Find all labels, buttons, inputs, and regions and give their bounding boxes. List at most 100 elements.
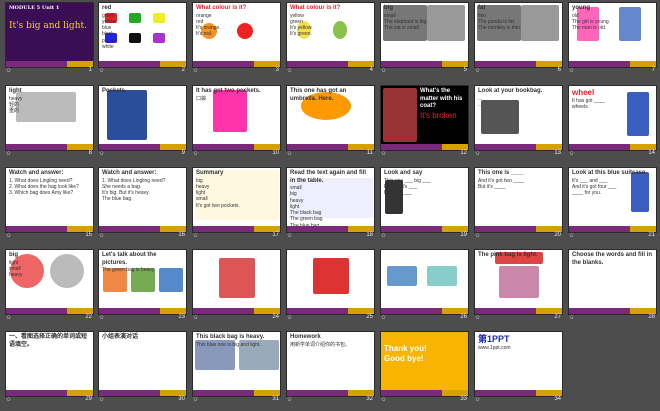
slide-preview[interactable]: This black bag is heavy. This blue one is… [192,331,281,397]
slide-thumbnail-12[interactable]: What's the matter with his coat? It's bro… [378,85,472,158]
transition-star-icon[interactable]: ✩ [287,67,292,74]
transition-star-icon[interactable]: ✩ [569,314,574,321]
slide-preview[interactable]: 小组表演对话 [98,331,187,397]
slide-thumbnail-4[interactable]: What colour is it? yellow green It's yellow… [284,2,378,75]
slide-preview[interactable] [192,249,281,315]
slide-preview[interactable]: Pockets [98,85,187,151]
slide-thumbnail-16[interactable]: Watch and answer: 1. What does Lingling n… [96,167,190,240]
slide-preview[interactable]: Look at your bookbag....... [474,85,563,151]
slide-thumbnail-5[interactable]: big small The elephant is big. The cat is s… [378,2,472,75]
slide-thumbnail-10[interactable]: It has got two pockets. 口袋 ✩ 10 [190,85,284,158]
slide-preview[interactable]: red green yellow blue black purple white [98,2,187,68]
slide-preview[interactable]: What colour is it? orange red It's orange. I… [192,2,281,68]
slide-thumbnail-32[interactable]: Homework 用新学单词介绍你的书包。 ✩ 32 [284,331,378,404]
slide-thumbnail-19[interactable]: Look and say This one ___ big ___ It's ___… [378,167,472,240]
slide-preview[interactable]: Read the text again and fill in the tabl… [286,167,375,233]
transition-star-icon[interactable]: ✩ [475,314,480,321]
transition-star-icon[interactable]: ✩ [381,232,386,239]
slide-preview[interactable]: 一、看图选择正确的单词或短语填空。 [5,331,94,397]
slide-preview[interactable]: This one has got an umbrella. Here. [286,85,375,151]
transition-star-icon[interactable]: ✩ [381,314,386,321]
transition-star-icon[interactable]: ✩ [193,314,198,321]
transition-star-icon[interactable]: ✩ [193,67,198,74]
slide-preview[interactable]: Look and say This one ___ big ___ It's ___… [380,167,469,233]
slide-thumbnail-9[interactable]: Pockets ✩ 9 [96,85,190,158]
transition-star-icon[interactable]: ✩ [381,150,386,157]
transition-star-icon[interactable]: ✩ [569,150,574,157]
transition-star-icon[interactable]: ✩ [99,150,104,157]
slide-preview[interactable]: fat thin The panda is fat. The monkey is th… [474,2,563,68]
transition-star-icon[interactable]: ✩ [6,314,11,321]
slide-preview[interactable]: Choose the words and fill in the blanks. [568,249,657,315]
slide-thumbnail-20[interactable]: This one is ____ And it's got two ____ But… [472,167,566,240]
transition-star-icon[interactable]: ✩ [569,67,574,74]
slide-preview[interactable] [380,249,469,315]
slide-preview[interactable]: Homework 用新学单词介绍你的书包。 [286,331,375,397]
transition-star-icon[interactable]: ✩ [6,150,11,157]
slide-preview[interactable]: light heavy 轻的 重的 [5,85,94,151]
transition-star-icon[interactable]: ✩ [99,396,104,403]
transition-star-icon[interactable]: ✩ [6,396,11,403]
transition-star-icon[interactable]: ✩ [99,232,104,239]
slide-preview[interactable]: wheel It has got ____ wheels. [568,85,657,151]
transition-star-icon[interactable]: ✩ [287,314,292,321]
slide-thumbnail-33[interactable]: Thank you! Good bye! ✩ 33 [378,331,472,404]
slide-preview[interactable]: What colour is it? yellow green It's yellow… [286,2,375,68]
transition-star-icon[interactable]: ✩ [381,67,386,74]
slide-preview[interactable]: The pink bag is light. [474,249,563,315]
slide-thumbnail-25[interactable]: ✩ 25 [284,249,378,322]
slide-thumbnail-27[interactable]: The pink bag is light. ✩ 27 [472,249,566,322]
slide-thumbnail-2[interactable]: red green yellow blue black purple white ✩ 2 [96,2,190,75]
transition-star-icon[interactable]: ✩ [193,150,198,157]
slide-thumbnail-24[interactable]: ✩ 24 [190,249,284,322]
transition-star-icon[interactable]: ✩ [99,67,104,74]
slide-thumbnail-1[interactable]: MODULE 5 Unit 1 It's big and light. ✩ 1 [3,2,97,75]
slide-preview[interactable]: Watch and answer: 1. What does Lingling n… [98,167,187,233]
slide-preview[interactable]: This one is ____ And it's got two ____ But… [474,167,563,233]
transition-star-icon[interactable]: ✩ [475,396,480,403]
transition-star-icon[interactable]: ✩ [193,232,198,239]
transition-star-icon[interactable]: ✩ [287,150,292,157]
transition-star-icon[interactable]: ✩ [287,396,292,403]
slide-preview[interactable] [286,249,375,315]
slide-preview[interactable]: 第1PPT www.1ppt.com [474,331,563,397]
slide-preview[interactable]: Let's talk about the pictures. The green … [98,249,187,315]
transition-star-icon[interactable]: ✩ [569,232,574,239]
slide-thumbnail-31[interactable]: This black bag is heavy. This blue one is… [190,331,284,404]
slide-thumbnail-29[interactable]: 一、看图选择正确的单词或短语填空。 ✩ 29 [3,331,97,404]
slide-preview[interactable]: big small The elephant is big. The cat is s… [380,2,469,68]
transition-star-icon[interactable]: ✩ [6,232,11,239]
slide-thumbnail-7[interactable]: young old The girl is young. The man is old… [566,2,660,75]
slide-thumbnail-3[interactable]: What colour is it? orange red It's orange. I… [190,2,284,75]
slide-thumbnail-34[interactable]: 第1PPT www.1ppt.com ✩ 34 [472,331,566,404]
slide-thumbnail-18[interactable]: Read the text again and fill in the tabl… [284,167,378,240]
transition-star-icon[interactable]: ✩ [475,67,480,74]
transition-star-icon[interactable]: ✩ [381,396,386,403]
slide-preview[interactable]: Watch and answer: 1. What does Lingling n… [5,167,94,233]
slide-preview[interactable]: What's the matter with his coat? It's bro… [380,85,469,151]
slide-thumbnail-15[interactable]: Watch and answer: 1. What does Lingling n… [3,167,97,240]
slide-preview[interactable]: Summary big heavy light small It's got two po… [192,167,281,233]
slide-thumbnail-30[interactable]: 小组表演对话 ✩ 30 [96,331,190,404]
slide-thumbnail-6[interactable]: fat thin The panda is fat. The monkey is th… [472,2,566,75]
slide-thumbnail-8[interactable]: light heavy 轻的 重的 ✩ 8 [3,85,97,158]
transition-star-icon[interactable]: ✩ [6,67,11,74]
slide-preview[interactable]: MODULE 5 Unit 1 It's big and light. [5,2,94,68]
slide-thumbnail-28[interactable]: Choose the words and fill in the blanks.… [566,249,660,322]
slide-preview[interactable]: Look at this blue suitcase. It's ___ and … [568,167,657,233]
slide-preview[interactable]: Thank you! Good bye! [380,331,469,397]
transition-star-icon[interactable]: ✩ [193,396,198,403]
slide-preview[interactable]: It has got two pockets. 口袋 [192,85,281,151]
slide-thumbnail-23[interactable]: Let's talk about the pictures. The green … [96,249,190,322]
slide-preview[interactable]: young old The girl is young. The man is old… [568,2,657,68]
slide-thumbnail-11[interactable]: This one has got an umbrella. Here. ✩ 11 [284,85,378,158]
slide-thumbnail-26[interactable]: ✩ 26 [378,249,472,322]
slide-preview[interactable]: big light small heavy [5,249,94,315]
transition-star-icon[interactable]: ✩ [287,232,292,239]
slide-thumbnail-17[interactable]: Summary big heavy light small It's got two po… [190,167,284,240]
slide-thumbnail-22[interactable]: big light small heavy ✩ 22 [3,249,97,322]
transition-star-icon[interactable]: ✩ [475,150,480,157]
transition-star-icon[interactable]: ✩ [475,232,480,239]
slide-thumbnail-13[interactable]: Look at your bookbag....... ✩ 13 [472,85,566,158]
transition-star-icon[interactable]: ✩ [99,314,104,321]
